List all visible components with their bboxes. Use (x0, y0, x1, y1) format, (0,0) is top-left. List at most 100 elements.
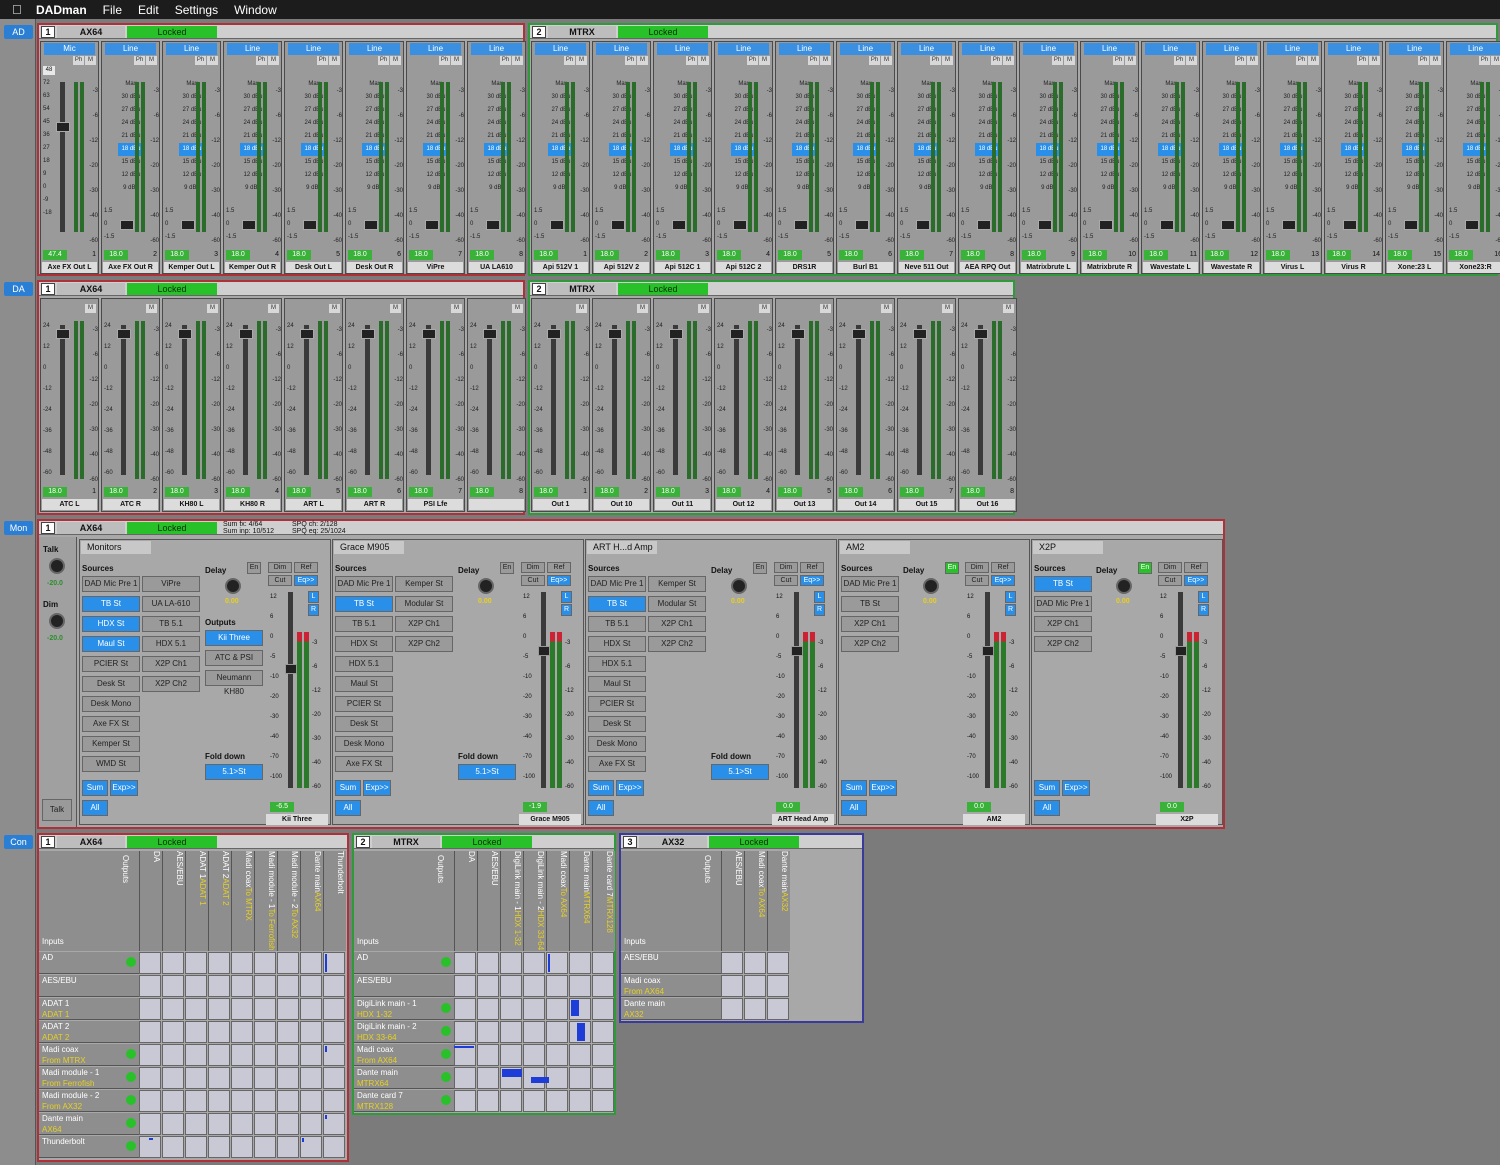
output-column[interactable]: ADAT 2ADAT 2 (208, 851, 230, 951)
matrix-cell[interactable] (500, 998, 522, 1020)
fader-handle[interactable] (913, 329, 927, 339)
all-button[interactable]: All (588, 800, 614, 816)
trim-handle[interactable] (1099, 220, 1113, 230)
phantom-button[interactable]: Ph (134, 56, 145, 65)
matrix-cell[interactable] (592, 1044, 614, 1066)
source-button[interactable]: Desk St (588, 716, 646, 732)
source-button[interactable]: HDX 5.1 (588, 656, 646, 672)
channel-name[interactable] (469, 499, 524, 510)
matrix-cell[interactable] (231, 998, 253, 1020)
input-type-button[interactable]: Line (349, 43, 400, 55)
mute-button[interactable]: M (146, 304, 157, 313)
gain-value[interactable]: 47.4 (43, 250, 67, 260)
volume-value[interactable]: 0.0 (776, 802, 800, 812)
matrix-cell[interactable] (185, 1090, 207, 1112)
input-row[interactable]: Madi module - 1 From Ferrofish (39, 1067, 139, 1089)
gain-value[interactable]: 18.0 (104, 250, 128, 260)
gain-value[interactable]: 18.0 (1144, 250, 1168, 260)
matrix-cell[interactable] (277, 952, 299, 974)
mute-button[interactable]: M (268, 56, 279, 65)
group-title[interactable]: MTRX (548, 282, 616, 295)
input-row[interactable]: ADAT 2 ADAT 2 (39, 1021, 139, 1043)
source-button[interactable]: X2P Ch1 (841, 616, 899, 632)
cut-button[interactable]: Cut (965, 575, 989, 586)
enable-button[interactable]: En (945, 562, 959, 574)
phantom-button[interactable]: Ph (991, 56, 1002, 65)
delay-knob[interactable] (225, 578, 241, 594)
matrix-cell[interactable] (254, 952, 276, 974)
output-column[interactable]: Madi coaxTo AX64 (546, 851, 568, 951)
channel-name[interactable]: ViPre (408, 262, 463, 273)
locked-badge[interactable]: Locked (709, 835, 799, 848)
mute-button[interactable]: M (820, 56, 831, 65)
left-button[interactable]: L (308, 591, 319, 603)
trim-handle[interactable] (733, 220, 747, 230)
matrix-cell[interactable] (185, 1067, 207, 1089)
mute-button[interactable]: M (85, 56, 96, 65)
source-button[interactable]: Desk St (82, 676, 140, 692)
input-type-button[interactable]: Line (1267, 43, 1318, 55)
matrix-cell[interactable] (323, 1136, 345, 1158)
matrix-cell[interactable] (454, 1067, 476, 1089)
matrix-cell[interactable] (300, 998, 322, 1020)
phantom-button[interactable]: Ph (1113, 56, 1124, 65)
matrix-cell[interactable] (254, 975, 276, 997)
matrix-cell[interactable] (185, 1136, 207, 1158)
channel-name[interactable]: UA LA610 (469, 262, 524, 273)
output-column[interactable]: Thunderbolt (323, 851, 345, 951)
source-button[interactable]: X2P Ch2 (841, 636, 899, 652)
source-button[interactable]: Modular St (648, 596, 706, 612)
gain-value[interactable]: 18.0 (1083, 250, 1107, 260)
input-row[interactable]: Thunderbolt (39, 1136, 139, 1158)
eq-button[interactable]: Eq>> (1184, 575, 1208, 586)
section-title[interactable]: AM2 (840, 541, 910, 554)
matrix-cell[interactable] (767, 975, 789, 997)
gain-value[interactable]: 18.0 (348, 250, 372, 260)
gain-value[interactable]: 18.0 (226, 250, 250, 260)
fader-handle[interactable] (791, 329, 805, 339)
mute-button[interactable]: M (207, 56, 218, 65)
input-type-button[interactable]: Line (1206, 43, 1257, 55)
mute-button[interactable]: M (759, 304, 770, 313)
matrix-cell[interactable] (477, 1067, 499, 1089)
matrix-cell[interactable] (300, 952, 322, 974)
input-type-button[interactable]: Line (840, 43, 891, 55)
channel-name[interactable]: ATC R (103, 499, 158, 510)
gain-value[interactable]: 18.0 (470, 250, 494, 260)
mute-button[interactable]: M (637, 56, 648, 65)
mute-button[interactable]: M (576, 56, 587, 65)
phantom-button[interactable]: Ph (256, 56, 267, 65)
trim-handle[interactable] (303, 220, 317, 230)
fader-handle[interactable] (178, 329, 192, 339)
gain-value[interactable]: 18.0 (226, 487, 250, 497)
source-button[interactable]: Desk Mono (588, 736, 646, 752)
file-menu[interactable]: File (103, 3, 122, 17)
matrix-cell[interactable] (500, 1090, 522, 1112)
matrix-cell[interactable] (254, 1021, 276, 1043)
source-button[interactable]: TB 5.1 (335, 616, 393, 632)
tab-ad[interactable]: AD (4, 25, 33, 39)
mute-button[interactable]: M (451, 56, 462, 65)
gain-value[interactable]: 18.0 (104, 487, 128, 497)
left-button[interactable]: L (814, 591, 825, 603)
output-name[interactable]: Kii Three (266, 814, 328, 825)
mute-button[interactable]: M (1430, 56, 1441, 65)
input-type-button[interactable]: Line (657, 43, 708, 55)
source-button[interactable]: DAD Mic Pre 1 (335, 576, 393, 592)
matrix-cell[interactable] (277, 1113, 299, 1135)
mute-button[interactable]: M (512, 304, 523, 313)
mute-button[interactable]: M (390, 304, 401, 313)
matrix-cell[interactable] (208, 1021, 230, 1043)
fold-down-button[interactable]: 5.1>St (458, 764, 516, 780)
trim-handle[interactable] (1038, 220, 1052, 230)
mute-button[interactable]: M (390, 56, 401, 65)
input-row[interactable]: AES/EBU (39, 975, 139, 997)
matrix-cell[interactable] (454, 1021, 476, 1043)
trim-handle[interactable] (364, 220, 378, 230)
expand-button[interactable]: Exp>> (110, 780, 138, 796)
all-button[interactable]: All (1034, 800, 1060, 816)
ref-button[interactable]: Ref (1184, 562, 1208, 573)
input-row[interactable]: AES/EBU (621, 952, 721, 974)
matrix-cell[interactable] (277, 1136, 299, 1158)
matrix-cell[interactable] (208, 1113, 230, 1135)
